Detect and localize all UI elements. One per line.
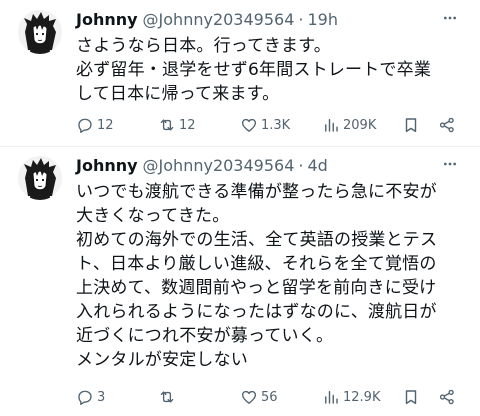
tweet-text-line: 必ず留年・退学をせず6年間ストレートで卒業: [76, 60, 432, 80]
tweet-header: Johnny @Johnny20349564 · 4d: [76, 154, 328, 176]
retweet-icon: [158, 116, 176, 134]
like-count: 56: [261, 389, 278, 405]
views-chart-icon: [322, 116, 340, 134]
tweet-text-line: いつでも渡航できる準備が整ったら急に不安が: [76, 182, 437, 202]
retweet-icon: [158, 388, 176, 406]
tweet-text-line: して日本に帰って来ます。: [76, 84, 280, 104]
retweet-button[interactable]: 12: [158, 114, 196, 136]
retweet-count: 12: [179, 117, 196, 133]
tweet-2[interactable]: Johnny @Johnny20349564 · 4d いつでも渡航できる準備が…: [0, 146, 480, 416]
avatar[interactable]: [18, 10, 62, 54]
separator-dot: ·: [298, 9, 304, 29]
tweet-actions: 12 12 1.3K 209K: [76, 114, 466, 136]
tweet-text-line: 入れられるようになったはずなのに、渡航日が: [76, 302, 437, 322]
timestamp[interactable]: 4d: [307, 156, 327, 175]
avatar[interactable]: [18, 156, 62, 200]
tweet-text-line: 大きくなってきた。: [76, 206, 230, 226]
bookmark-button[interactable]: [402, 386, 423, 408]
share-button[interactable]: [438, 386, 459, 408]
tweet-text-line: メンタルが安定しない: [76, 350, 248, 370]
retweet-button[interactable]: [158, 386, 179, 408]
tweet-text-line: 初めての海外での生活、全て英語の授業とテス: [76, 230, 438, 250]
reply-count: 12: [97, 117, 114, 133]
reply-icon: [76, 116, 94, 134]
more-horizontal-icon[interactable]: [442, 10, 458, 26]
bookmark-icon: [402, 388, 420, 406]
bookmark-icon: [402, 116, 420, 134]
more-horizontal-icon[interactable]: [442, 156, 458, 172]
like-count: 1.3K: [261, 117, 291, 133]
bookmark-button[interactable]: [402, 114, 423, 136]
separator-dot: ·: [298, 155, 304, 175]
tweet-actions: 3 56 12.9K: [76, 386, 466, 408]
heart-icon: [240, 388, 258, 406]
author-name[interactable]: Johnny: [76, 156, 138, 175]
views-chart-icon: [322, 388, 340, 406]
reply-icon: [76, 388, 94, 406]
views-button[interactable]: 12.9K: [322, 386, 380, 408]
tweet-text-line: さようなら日本。行ってきます。: [76, 36, 331, 56]
tweet-text-line: 近づくにつれ不安が募っていく。: [76, 326, 334, 346]
like-button[interactable]: 1.3K: [240, 114, 290, 136]
share-icon: [438, 388, 456, 406]
share-icon: [438, 116, 456, 134]
reply-button[interactable]: 3: [76, 386, 105, 408]
reply-button[interactable]: 12: [76, 114, 114, 136]
views-button[interactable]: 209K: [322, 114, 376, 136]
author-handle[interactable]: @Johnny20349564: [143, 156, 295, 175]
tweet-1[interactable]: Johnny @Johnny20349564 · 19h さようなら日本。行って…: [0, 0, 480, 146]
tweet-text: いつでも渡航できる準備が整ったら急に不安が 大きくなってきた。 初めての海外での…: [76, 180, 472, 372]
tweet-text-line: ト、日本より厳しい進級、それらを全て覚悟の: [76, 254, 437, 274]
tweet-text-line: 上決めて、数週間前やっと留学を前向きに受け: [76, 278, 437, 298]
heart-icon: [240, 116, 258, 134]
views-count: 209K: [343, 117, 377, 133]
timestamp[interactable]: 19h: [307, 10, 338, 29]
share-button[interactable]: [438, 114, 459, 136]
like-button[interactable]: 56: [240, 386, 278, 408]
reply-count: 3: [97, 389, 106, 405]
tweet-header: Johnny @Johnny20349564 · 19h: [76, 8, 338, 30]
tweet-text: さようなら日本。行ってきます。 必ず留年・退学をせず6年間ストレートで卒業 して…: [76, 34, 472, 106]
views-count: 12.9K: [343, 389, 381, 405]
author-name[interactable]: Johnny: [76, 10, 138, 29]
author-handle[interactable]: @Johnny20349564: [143, 10, 295, 29]
